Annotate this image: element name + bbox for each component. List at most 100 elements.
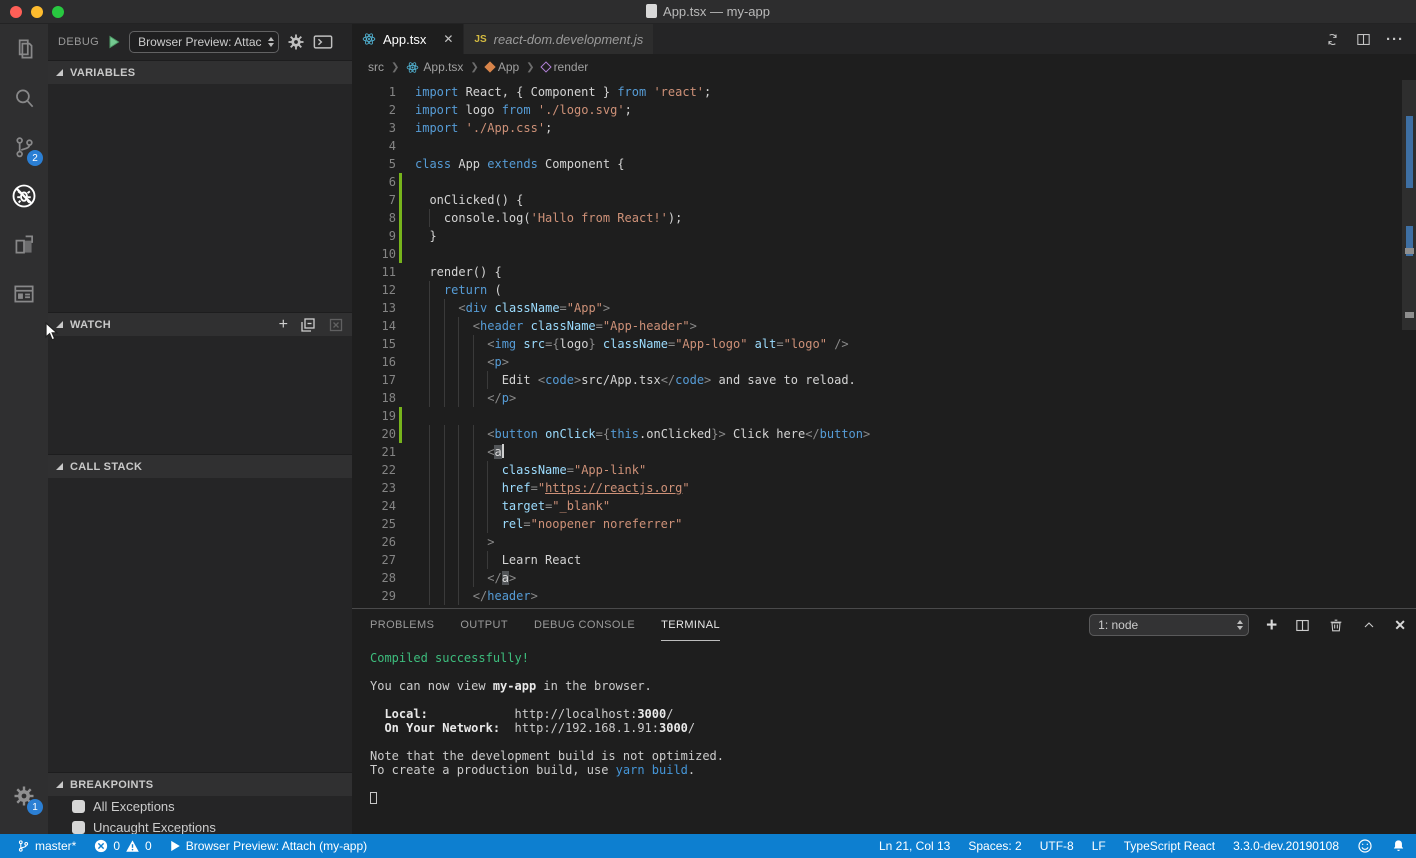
debug-session-status[interactable]: Browser Preview: Attach (my-app) (161, 834, 376, 858)
checkbox-unchecked[interactable] (72, 800, 85, 813)
tab-react-dom[interactable]: JS react-dom.development.js (463, 24, 653, 54)
watch-body[interactable] (48, 336, 352, 454)
close-tab-icon[interactable]: ✕ (443, 32, 453, 46)
code-line[interactable]: 1import React, { Component } from 'react… (352, 83, 1416, 101)
line-number[interactable]: 17 (352, 373, 396, 387)
activity-source-control[interactable]: 2 (0, 122, 48, 171)
line-number[interactable]: 18 (352, 391, 396, 405)
code-line[interactable]: 16 <p> (352, 353, 1416, 371)
call-stack-body[interactable] (48, 478, 352, 772)
line-number[interactable]: 2 (352, 103, 396, 117)
line-number[interactable]: 21 (352, 445, 396, 459)
code-line[interactable]: 15 <img src={logo} className="App-logo" … (352, 335, 1416, 353)
close-panel-icon[interactable]: ✕ (1394, 617, 1406, 634)
code-line[interactable]: 17 Edit <code>src/App.tsx</code> and sav… (352, 371, 1416, 389)
split-terminal-icon[interactable] (1294, 617, 1311, 634)
line-number[interactable]: 28 (352, 571, 396, 585)
activity-browser-preview[interactable] (0, 269, 48, 318)
debug-config-select[interactable]: Browser Preview: Attac (129, 31, 279, 53)
split-editor-icon[interactable] (1355, 31, 1372, 48)
code-line[interactable]: 10 (352, 245, 1416, 263)
terminal-output[interactable]: Compiled successfully! You can now view … (352, 641, 1416, 834)
encoding-status[interactable]: UTF-8 (1031, 834, 1083, 858)
variables-header[interactable]: VARIABLES (48, 60, 352, 84)
tab-app-tsx[interactable]: App.tsx ✕ (352, 24, 463, 54)
line-number[interactable]: 7 (352, 193, 396, 207)
line-number[interactable]: 22 (352, 463, 396, 477)
code-line[interactable]: 8 console.log('Hallo from React!'); (352, 209, 1416, 227)
debug-settings-button[interactable] (287, 33, 305, 51)
editor-scrollbar[interactable] (1402, 80, 1416, 608)
kill-terminal-icon[interactable] (1328, 617, 1344, 634)
start-debug-button[interactable] (107, 35, 121, 49)
line-number[interactable]: 11 (352, 265, 396, 279)
code-line[interactable]: 2import logo from './logo.svg'; (352, 101, 1416, 119)
activity-settings[interactable]: 1 (0, 771, 48, 820)
line-number[interactable]: 5 (352, 157, 396, 171)
problems-status[interactable]: 0 0 (85, 834, 160, 858)
open-changes-icon[interactable] (1324, 31, 1341, 48)
code-line[interactable]: 3import './App.css'; (352, 119, 1416, 137)
line-number[interactable]: 29 (352, 589, 396, 603)
activity-search[interactable] (0, 73, 48, 122)
code-line[interactable]: 9 } (352, 227, 1416, 245)
code-line[interactable]: 5class App extends Component { (352, 155, 1416, 173)
code-line[interactable]: 25 rel="noopener noreferrer" (352, 515, 1416, 533)
code-editor[interactable]: 1import React, { Component } from 'react… (352, 80, 1416, 608)
call-stack-header[interactable]: CALL STACK (48, 454, 352, 478)
line-number[interactable]: 12 (352, 283, 396, 297)
line-number[interactable]: 26 (352, 535, 396, 549)
code-line[interactable]: 18 </p> (352, 389, 1416, 407)
line-number[interactable]: 4 (352, 139, 396, 153)
line-number[interactable]: 16 (352, 355, 396, 369)
line-number[interactable]: 15 (352, 337, 396, 351)
eol-status[interactable]: LF (1083, 834, 1115, 858)
activity-explorer[interactable] (0, 24, 48, 73)
code-line[interactable]: 26 > (352, 533, 1416, 551)
code-line[interactable]: 21 <a (352, 443, 1416, 461)
breakpoints-header[interactable]: BREAKPOINTS (48, 772, 352, 796)
line-number[interactable]: 23 (352, 481, 396, 495)
notifications-button[interactable] (1382, 834, 1406, 858)
open-debug-console-button[interactable] (313, 34, 333, 50)
line-number[interactable]: 3 (352, 121, 396, 135)
code-line[interactable]: 19 (352, 407, 1416, 425)
breakpoint-all-exceptions[interactable]: All Exceptions (48, 796, 352, 817)
maximize-panel-icon[interactable] (1361, 617, 1377, 633)
code-line[interactable]: 12 return ( (352, 281, 1416, 299)
code-line[interactable]: 20 <button onClick={this.onClicked}> Cli… (352, 425, 1416, 443)
collapse-all-icon[interactable] (300, 317, 316, 333)
variables-body[interactable] (48, 84, 352, 312)
terminal-instance-select[interactable]: 1: node (1089, 614, 1249, 636)
code-line[interactable]: 13 <div className="App"> (352, 299, 1416, 317)
line-number[interactable]: 19 (352, 409, 396, 423)
checkbox-unchecked[interactable] (72, 821, 85, 834)
breadcrumb-file[interactable]: App.tsx (406, 60, 463, 74)
remove-all-watch-icon[interactable] (328, 317, 344, 333)
line-number[interactable]: 8 (352, 211, 396, 225)
panel-tab-debug-console[interactable]: DEBUG CONSOLE (534, 609, 635, 641)
breadcrumb-src[interactable]: src (368, 60, 384, 74)
watch-header[interactable]: WATCH + (48, 312, 352, 336)
line-number[interactable]: 20 (352, 427, 396, 441)
code-line[interactable]: 6 (352, 173, 1416, 191)
line-number[interactable]: 27 (352, 553, 396, 567)
line-number[interactable]: 25 (352, 517, 396, 531)
new-terminal-button[interactable]: + (1266, 616, 1277, 635)
line-number[interactable]: 1 (352, 85, 396, 99)
code-line[interactable]: 28 </a> (352, 569, 1416, 587)
code-line[interactable]: 7 onClicked() { (352, 191, 1416, 209)
more-actions-icon[interactable]: ··· (1386, 31, 1404, 48)
line-number[interactable]: 9 (352, 229, 396, 243)
git-branch-status[interactable]: master* (8, 834, 85, 858)
breadcrumb-class[interactable]: App (486, 60, 519, 74)
activity-debug[interactable] (0, 171, 48, 220)
code-line[interactable]: 11 render() { (352, 263, 1416, 281)
line-number[interactable]: 10 (352, 247, 396, 261)
indentation-status[interactable]: Spaces: 2 (959, 834, 1030, 858)
line-number[interactable]: 13 (352, 301, 396, 315)
code-line[interactable]: 4 (352, 137, 1416, 155)
language-mode-status[interactable]: TypeScript React (1115, 834, 1224, 858)
code-line[interactable]: 29 </header> (352, 587, 1416, 605)
feedback-button[interactable] (1348, 834, 1382, 858)
